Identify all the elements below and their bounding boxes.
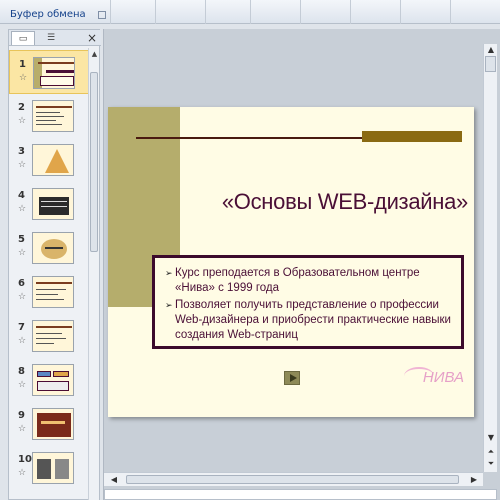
animation-star-icon: ☆ <box>18 204 27 214</box>
slide-item[interactable]: 10 ☆ <box>9 446 89 490</box>
ribbon-separator <box>350 0 351 24</box>
ribbon-separator <box>155 0 156 24</box>
notes-pane[interactable] <box>104 489 497 500</box>
previous-slide-icon[interactable]: ⏶ <box>484 446 498 458</box>
ribbon-separator <box>110 0 111 24</box>
ribbon-separator <box>400 0 401 24</box>
bullet-text: Курс преподается в Образовательном центр… <box>175 267 420 294</box>
slide-thumbnail[interactable] <box>32 364 74 396</box>
scroll-left-icon[interactable]: ◀ <box>108 473 120 487</box>
clipboard-group-label: Буфер обмена <box>10 9 86 20</box>
slide-thumbnail[interactable] <box>32 188 74 220</box>
ribbon-separator <box>250 0 251 24</box>
play-action-button[interactable] <box>284 371 300 385</box>
horizontal-scrollbar[interactable]: ◀ ▶ <box>104 472 483 486</box>
animation-star-icon: ☆ <box>18 380 27 390</box>
scrollbar-thumb[interactable] <box>485 56 496 72</box>
logo-text: НИВА <box>422 369 464 386</box>
slide-item[interactable]: 1 ☆ <box>9 50 89 94</box>
slide-editing-area: «Основы WEB-дизайна» ➢ Курс преподается … <box>103 29 500 500</box>
slides-panel-scrollbar[interactable]: ▲ <box>88 48 99 500</box>
slide-thumbnail[interactable] <box>32 100 74 132</box>
slide-number: 1 <box>19 59 26 70</box>
slide-thumbnail[interactable] <box>32 408 74 440</box>
slide-number: 4 <box>18 190 25 201</box>
slide-item[interactable]: 2 ☆ <box>9 94 89 138</box>
slide-number: 7 <box>18 322 25 333</box>
vertical-scrollbar[interactable]: ▲ ▼ ⏶ ⏷ <box>483 44 497 472</box>
scrollbar-thumb[interactable] <box>126 475 459 484</box>
ribbon-separator <box>205 0 206 24</box>
animation-star-icon: ☆ <box>18 468 27 478</box>
scrollbar-thumb[interactable] <box>90 72 98 252</box>
content-text-box[interactable]: ➢ Курс преподается в Образовательном цен… <box>152 255 464 349</box>
slide-thumbnail[interactable] <box>32 276 74 308</box>
slides-tab[interactable]: ▭ <box>11 31 35 45</box>
slide-thumbnail[interactable] <box>32 144 74 176</box>
slide-thumbnail[interactable] <box>32 232 74 264</box>
slide-thumbnail-list: 1 ☆ 2 ☆ 3 ☆ 4 ☆ 5 ☆ 6 ☆ 7 ☆ 8 ☆ 9 ☆ 10 ☆ <box>9 48 89 500</box>
slide-number: 9 <box>18 410 25 421</box>
slide-item[interactable]: 7 ☆ <box>9 314 89 358</box>
bullet-text: Позволяет получить представление о профе… <box>175 299 451 341</box>
slide-number: 5 <box>18 234 25 245</box>
slide-title[interactable]: «Основы WEB-дизайна» <box>178 189 468 215</box>
next-slide-icon[interactable]: ⏷ <box>484 458 498 470</box>
animation-star-icon: ☆ <box>18 116 27 126</box>
slide-number: 10 <box>18 454 32 465</box>
animation-star-icon: ☆ <box>18 336 27 346</box>
scroll-down-icon[interactable]: ▼ <box>484 432 498 444</box>
scroll-up-icon[interactable]: ▲ <box>484 44 498 56</box>
slide-item[interactable]: 4 ☆ <box>9 182 89 226</box>
animation-star-icon: ☆ <box>18 160 27 170</box>
slide-item[interactable]: 5 ☆ <box>9 226 89 270</box>
accent-bar <box>362 131 462 142</box>
slide-thumbnail[interactable] <box>32 320 74 352</box>
slide-item[interactable]: 6 ☆ <box>9 270 89 314</box>
close-icon[interactable]: × <box>87 30 97 46</box>
niva-logo: НИВА <box>398 363 468 391</box>
outline-tab[interactable]: ☰ <box>39 31 63 45</box>
slide-number: 8 <box>18 366 25 377</box>
ribbon-separator <box>450 0 451 24</box>
animation-star-icon: ☆ <box>18 292 27 302</box>
animation-star-icon: ☆ <box>18 424 27 434</box>
animation-star-icon: ☆ <box>19 73 28 83</box>
slides-panel: ▭ ☰ × 1 ☆ 2 ☆ 3 ☆ 4 ☆ 5 ☆ 6 ☆ 7 ☆ 8 ☆ 9 … <box>8 29 101 500</box>
bullet-item: ➢ Курс преподается в Образовательном цен… <box>165 266 455 296</box>
arrow-bullet-icon: ➢ <box>165 268 173 278</box>
arrow-bullet-icon: ➢ <box>165 300 173 310</box>
slide-number: 2 <box>18 102 25 113</box>
scroll-up-icon[interactable]: ▲ <box>90 50 99 59</box>
ribbon-separator <box>300 0 301 24</box>
ribbon: Буфер обмена <box>0 0 500 24</box>
animation-star-icon: ☆ <box>18 248 27 258</box>
slide-item[interactable]: 8 ☆ <box>9 358 89 402</box>
bullet-item: ➢ Позволяет получить представление о про… <box>165 298 455 343</box>
dialog-launcher-icon[interactable] <box>98 11 106 19</box>
slide-canvas[interactable]: «Основы WEB-дизайна» ➢ Курс преподается … <box>108 107 474 417</box>
slide-number: 3 <box>18 146 25 157</box>
panel-tabs: ▭ ☰ × <box>9 30 101 46</box>
slide-thumbnail[interactable] <box>33 57 75 89</box>
slide-number: 6 <box>18 278 25 289</box>
slide-thumbnail[interactable] <box>32 452 74 484</box>
slide-item[interactable]: 3 ☆ <box>9 138 89 182</box>
scroll-right-icon[interactable]: ▶ <box>468 473 480 487</box>
slide-item[interactable]: 9 ☆ <box>9 402 89 446</box>
